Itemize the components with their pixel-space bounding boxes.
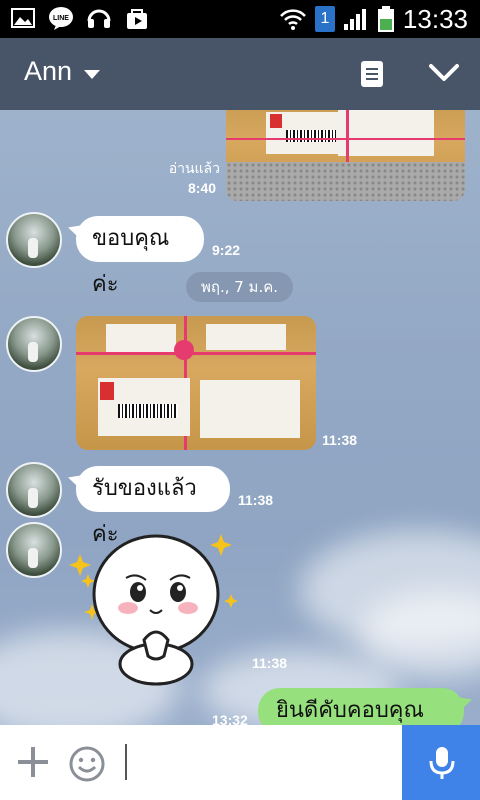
chat-area[interactable]: อ่านแล้ว 8:40 ขอบคุณค่ะ 9:22 พฤ., 7 ม.ค.… [0, 110, 480, 725]
sparkle-icon [210, 534, 232, 556]
photo-gravel [226, 162, 465, 201]
chat-title[interactable]: Ann [24, 56, 72, 87]
message-time: 11:38 [238, 492, 274, 508]
photo-barcode [286, 130, 336, 142]
avatar[interactable] [6, 522, 62, 578]
svg-text:LINE: LINE [53, 15, 69, 22]
battery-icon [377, 6, 394, 32]
avatar[interactable] [6, 212, 62, 268]
message-time: 11:38 [252, 655, 288, 671]
sparkle-icon [224, 594, 238, 608]
incoming-photo[interactable] [76, 316, 316, 450]
incoming-message[interactable]: รับของแล้วค่ะ [76, 466, 230, 547]
photo-logo [270, 114, 282, 128]
status-bar: LINE 1 13:33 [0, 0, 480, 38]
line-icon: LINE [49, 7, 73, 30]
photo-barcode [118, 404, 178, 418]
collapse-icon[interactable] [428, 62, 460, 84]
photo-string [346, 110, 349, 162]
message-input-bar [0, 725, 480, 800]
message-time: 11:38 [322, 432, 358, 448]
photo-string [76, 352, 316, 355]
clock: 13:33 [402, 4, 468, 34]
photo-label [338, 110, 434, 156]
microphone-icon [429, 747, 455, 779]
message-text: ขอบคุณค่ะ [92, 226, 170, 297]
store-icon [127, 9, 147, 29]
outgoing-message[interactable]: ยินดีคับคอบคุณคับ [258, 688, 464, 725]
photo-label [200, 380, 300, 438]
signal-icon [343, 9, 366, 30]
message-text: ยินดีคับคอบคุณคับ [276, 698, 424, 723]
chat-header: Ann [0, 38, 480, 110]
wifi-icon [279, 9, 306, 30]
text-input-cursor[interactable] [125, 744, 127, 780]
sim-indicator: 1 [314, 6, 335, 32]
headphones-icon [87, 9, 111, 28]
voice-button[interactable] [402, 725, 480, 800]
avatar[interactable] [6, 316, 62, 372]
photo-label [206, 324, 286, 350]
image-icon [11, 8, 35, 28]
photo-logo [100, 382, 114, 400]
sparkle-icon [81, 574, 95, 588]
photo-label [106, 324, 176, 352]
sticker[interactable] [66, 524, 246, 725]
read-receipt: อ่านแล้ว [168, 161, 220, 177]
notes-icon[interactable] [360, 60, 384, 88]
message-time: 9:22 [212, 242, 241, 258]
date-separator: พฤ., 7 ม.ค. [186, 272, 293, 302]
message-time: 13:32 [212, 712, 248, 725]
chevron-down-icon[interactable] [84, 70, 100, 80]
plus-icon[interactable] [16, 745, 50, 779]
outgoing-photo[interactable] [226, 110, 465, 201]
photo-string [226, 138, 465, 140]
avatar[interactable] [6, 462, 62, 518]
sparkle-icon [69, 554, 91, 576]
emoji-icon[interactable] [68, 745, 106, 783]
incoming-message[interactable]: ขอบคุณค่ะ [76, 216, 204, 297]
message-time: 8:40 [188, 180, 217, 196]
photo-string [174, 340, 194, 360]
